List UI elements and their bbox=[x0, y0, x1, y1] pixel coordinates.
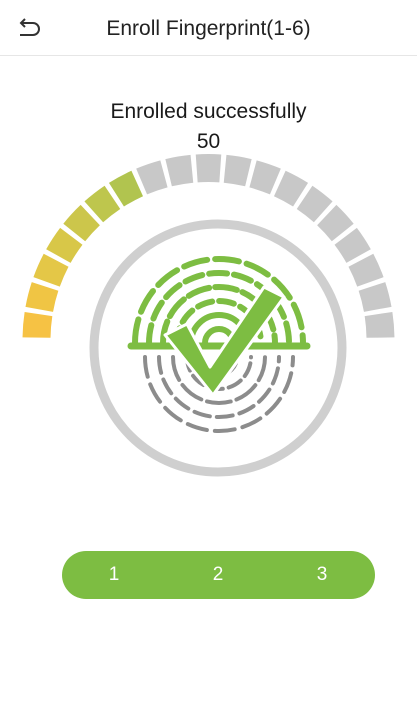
fingerprint-ring bbox=[89, 219, 347, 477]
step-1-label: 1 bbox=[108, 564, 120, 585]
gauge-segment bbox=[25, 282, 59, 312]
gauge-segment bbox=[195, 154, 222, 183]
gauge-segment bbox=[358, 282, 392, 312]
step-3-label: 3 bbox=[316, 564, 328, 585]
step-2-label: 2 bbox=[212, 564, 224, 585]
gauge-segment bbox=[136, 160, 168, 195]
gauge-segment bbox=[223, 154, 252, 187]
gauge-segment bbox=[249, 160, 281, 195]
enroll-steps-bar: 1 2 3 bbox=[62, 551, 375, 599]
gauge-segment bbox=[364, 311, 395, 338]
gauge-segment bbox=[165, 154, 194, 187]
gauge-segment bbox=[22, 311, 53, 338]
page-title: Enroll Fingerprint(1-6) bbox=[106, 17, 311, 40]
enroll-status-text: Enrolled successfully bbox=[110, 100, 307, 123]
header-bar: Enroll Fingerprint(1-6) bbox=[0, 0, 417, 56]
